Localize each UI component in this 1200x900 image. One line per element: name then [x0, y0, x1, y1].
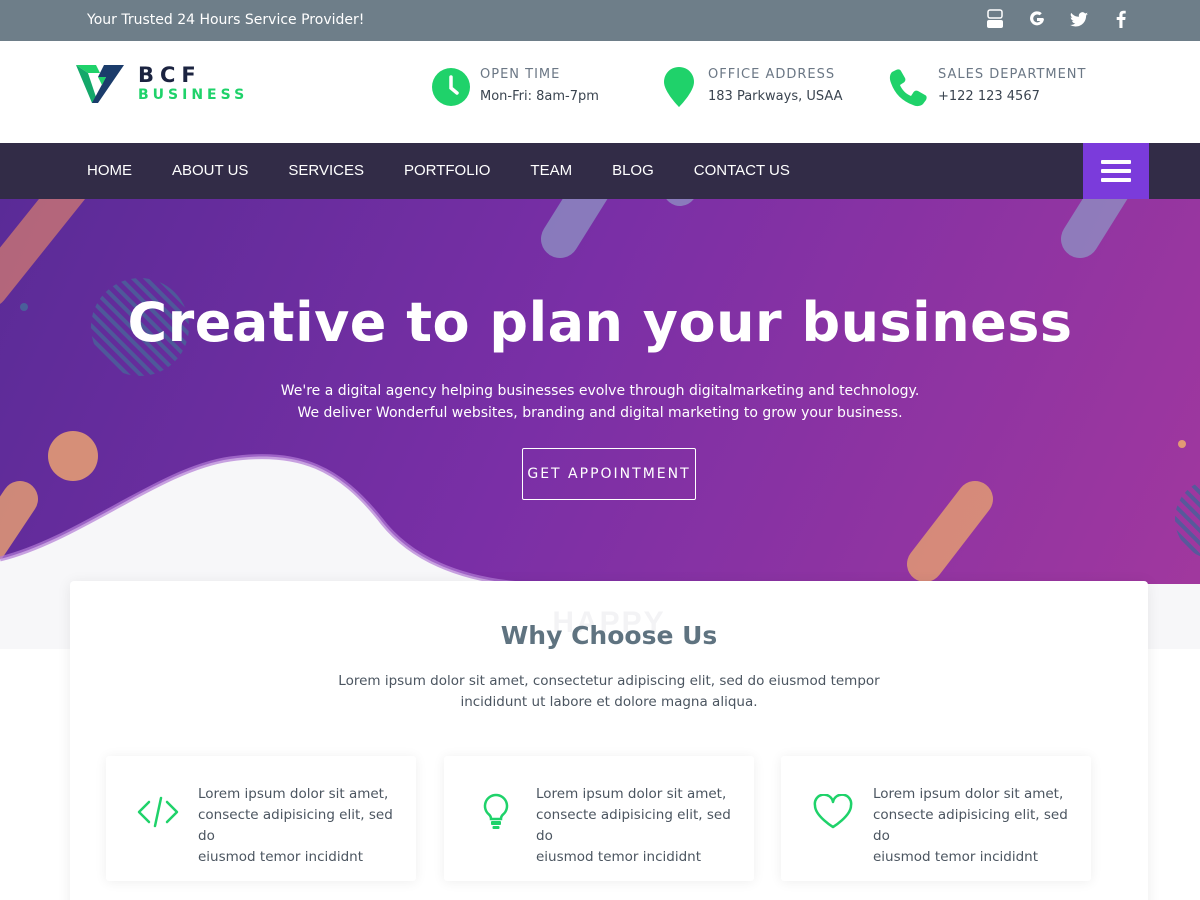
nav-item-about-us[interactable]: ABOUT US	[172, 162, 248, 180]
tagline: Your Trusted 24 Hours Service Provider!	[87, 12, 365, 28]
google-icon[interactable]	[1026, 8, 1048, 30]
hamburger-icon[interactable]	[1083, 143, 1149, 199]
logo[interactable]: BCF BUSINESS	[76, 63, 248, 105]
nav-item-team[interactable]: TEAM	[530, 162, 572, 180]
facebook-icon[interactable]	[1110, 8, 1132, 30]
info-value: +122 123 4567	[938, 89, 1040, 104]
info-title: OPEN TIME	[480, 67, 561, 82]
youtube-icon[interactable]	[984, 8, 1006, 30]
feature-card: Lorem ipsum dolor sit amet, consecte adi…	[106, 756, 416, 881]
logo-icon	[76, 65, 124, 103]
section-description-line2: incididunt ut labore et dolore magna ali…	[460, 694, 758, 710]
info-value: 183 Parkways, USAA	[708, 89, 843, 104]
section-description: Lorem ipsum dolor sit amet, consectetur …	[70, 671, 1148, 713]
logo-subtitle: BUSINESS	[138, 87, 249, 103]
hero-title: Creative to plan your business	[127, 291, 1073, 354]
section-title: Why Choose Us	[500, 621, 718, 650]
feature-card: Lorem ipsum dolor sit amet, consecte adi…	[444, 756, 754, 881]
info-title: SALES DEPARTMENT	[938, 67, 1087, 82]
info-sales-department: SALES DEPARTMENT +122 123 4567	[888, 65, 1086, 109]
map-pin-icon	[658, 66, 700, 108]
social-links	[984, 8, 1132, 30]
nav-item-contact-us[interactable]: CONTACT US	[694, 162, 790, 180]
hero-subtitle-line2: We deliver Wonderful websites, branding …	[297, 405, 903, 421]
feature-text-line2: consecte adipisicing elit, sed do	[873, 807, 1068, 844]
hero-subtitle-line1: We're a digital agency helping businesse…	[280, 383, 920, 399]
top-bar: Your Trusted 24 Hours Service Provider!	[0, 0, 1200, 41]
twitter-icon[interactable]	[1068, 8, 1090, 30]
feature-text-line1: Lorem ipsum dolor sit amet,	[873, 786, 1064, 802]
nav-item-home[interactable]: HOME	[87, 162, 132, 180]
feature-text-line3: eiusmod temor incididnt	[198, 849, 363, 865]
lightbulb-icon	[474, 790, 518, 834]
feature-text-line1: Lorem ipsum dolor sit amet,	[536, 786, 727, 802]
feature-text-line2: consecte adipisicing elit, sed do	[198, 807, 393, 844]
feature-text-line1: Lorem ipsum dolor sit amet,	[198, 786, 389, 802]
why-choose-us-section: HAPPY Why Choose Us Lorem ipsum dolor si…	[70, 581, 1148, 900]
logo-name: BCF	[138, 63, 202, 87]
info-title: OFFICE ADDRESS	[708, 67, 836, 82]
info-value: Mon-Fri: 8am-7pm	[480, 89, 599, 104]
feature-card: Lorem ipsum dolor sit amet, consecte adi…	[781, 756, 1091, 881]
phone-icon	[888, 66, 930, 108]
site-header: BCF BUSINESS OPEN TIME Mon-Fri: 8am-7pm …	[0, 41, 1200, 143]
clock-icon	[430, 66, 472, 108]
info-open-time: OPEN TIME Mon-Fri: 8am-7pm	[430, 65, 599, 109]
code-icon	[136, 790, 180, 834]
get-appointment-button[interactable]: GET APPOINTMENT	[522, 448, 696, 500]
main-nav: HOME ABOUT US SERVICES PORTFOLIO TEAM BL…	[0, 143, 1200, 199]
section-description-line1: Lorem ipsum dolor sit amet, consectetur …	[338, 673, 880, 689]
nav-item-services[interactable]: SERVICES	[288, 162, 364, 180]
info-office-address: OFFICE ADDRESS 183 Parkways, USAA	[658, 65, 843, 109]
heart-icon	[811, 790, 855, 834]
feature-text-line3: eiusmod temor incididnt	[873, 849, 1038, 865]
feature-text-line2: consecte adipisicing elit, sed do	[536, 807, 731, 844]
feature-text-line3: eiusmod temor incididnt	[536, 849, 701, 865]
nav-item-portfolio[interactable]: PORTFOLIO	[404, 162, 490, 180]
nav-item-blog[interactable]: BLOG	[612, 162, 654, 180]
